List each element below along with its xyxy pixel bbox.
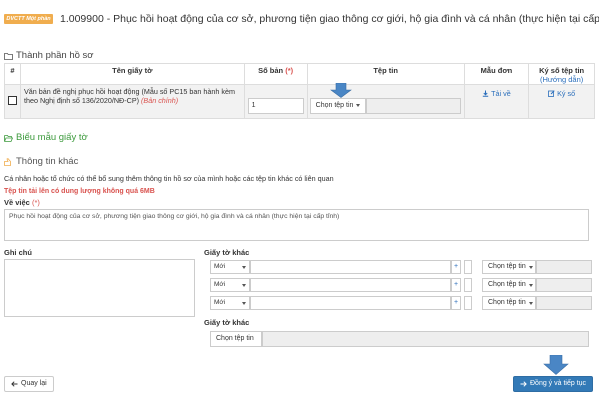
required-mark: (*) xyxy=(285,66,294,75)
sign-guide-link[interactable]: (Hướng dẫn) xyxy=(529,75,594,84)
caret-down-icon xyxy=(242,265,246,269)
col-template: Mẫu đơn xyxy=(463,63,530,85)
choose-file-label: Chọn tệp tin xyxy=(488,281,526,288)
subject-textarea[interactable]: Phục hồi hoạt động của cơ sở, phương tiệ… xyxy=(4,209,589,241)
procedure-title: 1.009900 - Phục hồi hoạt động của cơ sở,… xyxy=(60,13,599,25)
row-checkbox[interactable] xyxy=(7,96,17,105)
spinner-control[interactable] xyxy=(464,278,472,292)
other-doc-row: Mới + Chọn tệp tin xyxy=(210,296,592,310)
file-name-display xyxy=(536,278,592,292)
arrow-down-icon xyxy=(330,83,352,98)
arrow-left-icon xyxy=(11,381,18,387)
col-sign-label: Ký số tệp tin xyxy=(539,66,585,75)
agree-label: Đồng ý và tiếp tục xyxy=(530,380,587,387)
subject-label-text: Về việc xyxy=(4,198,30,207)
notes-textarea[interactable] xyxy=(4,259,195,317)
components-section-title: Thành phần hồ sơ xyxy=(4,50,94,61)
caret-down-icon xyxy=(528,283,533,287)
choose-file-button[interactable]: Chọn tệp tin xyxy=(482,260,536,274)
copies-input[interactable]: 1 xyxy=(247,97,304,114)
spinner-control[interactable] xyxy=(464,260,472,274)
other-docs-label-2: Giấy tờ khác xyxy=(204,318,250,327)
other-info-description: Cá nhân hoặc tổ chức có thể bổ sung thêm… xyxy=(4,174,334,183)
edit-icon xyxy=(548,90,555,97)
spinner-control[interactable] xyxy=(464,296,472,310)
template-section-title[interactable]: Biểu mẫu giấy tờ xyxy=(4,132,88,143)
other-info-title: Thông tin khác xyxy=(4,156,78,167)
agree-continue-button[interactable]: Đồng ý và tiếp tục xyxy=(513,376,594,392)
template-section-label: Biểu mẫu giấy tờ xyxy=(16,132,88,143)
notes-label: Ghi chú xyxy=(4,248,32,257)
row-document-name: Văn bản đề nghị phục hồi hoạt động (Mẫu … xyxy=(23,87,235,105)
arrow-down-icon xyxy=(543,355,569,375)
folder-icon xyxy=(4,52,13,60)
add-doc-button[interactable]: + xyxy=(451,278,461,292)
col-sign: Ký số tệp tin (Hướng dẫn) xyxy=(528,63,595,85)
row-copies-cell: 1 xyxy=(243,84,308,119)
doc-type-value: Mới xyxy=(214,299,226,306)
choose-file-button[interactable]: Chọn tệp tin xyxy=(482,278,536,292)
required-mark: (*) xyxy=(31,198,40,207)
other-doc-row: Mới + Chọn tệp tin xyxy=(210,278,592,292)
other-info-label: Thông tin khác xyxy=(16,156,79,167)
doc-type-value: Mới xyxy=(214,281,226,288)
caret-down-icon xyxy=(528,301,533,305)
download-icon xyxy=(482,90,489,97)
folder-open-icon xyxy=(4,134,13,142)
file-name-display xyxy=(262,331,589,347)
caret-down-icon xyxy=(356,104,361,107)
download-label: Tải về xyxy=(491,89,511,98)
doc-type-select[interactable]: Mới xyxy=(210,278,250,292)
add-doc-button[interactable]: + xyxy=(451,260,461,274)
col-copies: Số bản (*) xyxy=(243,63,308,85)
table-header-row: # Tên giấy tờ Số bản (*) Tệp tin Mẫu đơn… xyxy=(4,63,595,85)
file-name-display xyxy=(365,97,461,114)
other-doc-row: Mới + Chọn tệp tin xyxy=(210,260,592,274)
choose-file-label: Chọn tệp tin xyxy=(216,335,254,342)
other-doc-upload-row: Chọn tệp tin xyxy=(210,331,589,347)
doc-name-input[interactable] xyxy=(250,296,451,310)
row-name-cell: Văn bản đề nghị phục hồi hoạt động (Mẫu … xyxy=(19,84,245,119)
col-file: Tệp tin xyxy=(306,63,465,85)
back-label: Quay lại xyxy=(21,380,47,387)
row-checkbox-cell xyxy=(4,84,21,119)
choose-file-button[interactable]: Chọn tệp tin xyxy=(309,97,366,114)
file-name-display xyxy=(536,296,592,310)
choose-file-label: Chọn tệp tin xyxy=(315,101,354,109)
sign-link[interactable]: Ký số xyxy=(548,89,575,98)
doc-type-select[interactable]: Mới xyxy=(210,260,250,274)
sign-label: Ký số xyxy=(557,89,576,98)
caret-down-icon xyxy=(242,283,246,287)
components-section-label: Thành phần hồ sơ xyxy=(16,50,94,61)
caret-down-icon xyxy=(528,265,533,269)
components-table: # Tên giấy tờ Số bản (*) Tệp tin Mẫu đơn… xyxy=(4,63,595,119)
subject-label: Về việc (*) xyxy=(4,198,40,207)
table-row: Văn bản đề nghị phục hồi hoạt động (Mẫu … xyxy=(4,84,595,119)
choose-file-label: Chọn tệp tin xyxy=(488,263,526,270)
file-name-display xyxy=(536,260,592,274)
caret-down-icon xyxy=(242,301,246,305)
download-link[interactable]: Tải về xyxy=(482,89,511,98)
file-size-limit-notice: Tệp tin tải lên có dung lượng không quá … xyxy=(4,188,155,195)
row-document-note: (Bản chính) xyxy=(141,96,179,105)
choose-file-button[interactable]: Chọn tệp tin xyxy=(210,331,262,347)
row-template-cell: Tải về xyxy=(463,84,530,119)
row-sign-cell: Ký số xyxy=(528,84,595,119)
col-index: # xyxy=(4,63,21,85)
service-level-badge: DVCTT Một phần xyxy=(4,14,53,24)
back-button[interactable]: Quay lại xyxy=(4,376,54,392)
arrow-right-icon xyxy=(520,381,527,387)
choose-file-button[interactable]: Chọn tệp tin xyxy=(482,296,536,310)
other-docs-label: Giấy tờ khác xyxy=(204,248,250,257)
col-copies-label: Số bản xyxy=(258,66,284,75)
doc-name-input[interactable] xyxy=(250,278,451,292)
choose-file-label: Chọn tệp tin xyxy=(488,299,526,306)
doc-type-value: Mới xyxy=(214,263,226,270)
add-doc-button[interactable]: + xyxy=(451,296,461,310)
doc-name-input[interactable] xyxy=(250,260,451,274)
doc-type-select[interactable]: Mới xyxy=(210,296,250,310)
col-name: Tên giấy tờ xyxy=(19,63,245,85)
hand-point-icon xyxy=(4,157,11,166)
